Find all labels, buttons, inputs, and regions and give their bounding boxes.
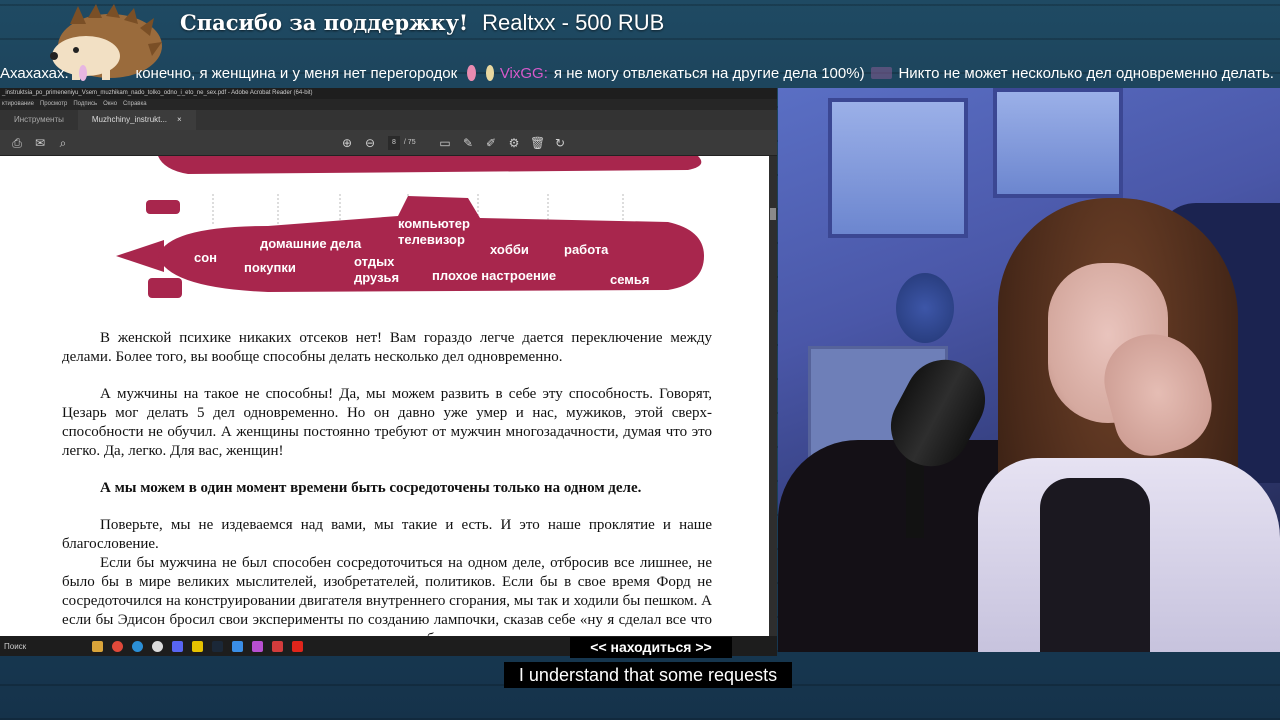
compartment-label: покупки (244, 260, 296, 275)
tab-tools[interactable]: Инструменты (0, 110, 78, 130)
donation-donor: Realtxx - 500 RUB (482, 10, 665, 35)
compartment-label: телевизор (398, 232, 465, 247)
delete-icon[interactable]: 🗑 (530, 136, 545, 150)
pdf-page[interactable]: сон домашние дела компьютер телевизор хо… (0, 156, 769, 636)
acrobat-window: _instruktsia_po_primeneniyu_Vsem_muzhika… (0, 88, 777, 636)
print-icon[interactable]: ⎙ (10, 136, 24, 150)
page-number-input[interactable]: 8 (388, 136, 400, 150)
edge-icon[interactable] (132, 640, 143, 652)
emote-icon (467, 65, 476, 81)
tab-document-label: Muzhchiny_instrukt... (91, 115, 168, 124)
chat-user-3-badge (870, 67, 893, 79)
tab-close-icon[interactable]: × (177, 110, 182, 130)
palm-app-icon[interactable] (92, 640, 103, 652)
pdf-body-text: В женской психике никаких отсеков нет! В… (62, 329, 712, 636)
comment-icon[interactable]: ▭ (438, 136, 452, 150)
page-total: / 75 (403, 139, 416, 146)
scrollbar[interactable] (769, 156, 777, 636)
paragraph: Если бы мужчина не был способен сосредот… (62, 555, 712, 636)
page-indicator: 8 / 75 (388, 136, 416, 150)
person-shirt (1040, 478, 1150, 652)
menu-window[interactable]: Окно (103, 99, 117, 110)
menu-bar: ктирование Просмотр Подпись Окно Справка (0, 99, 777, 110)
taskbar-search[interactable]: Поиск (0, 642, 92, 651)
emote-icon (78, 65, 88, 81)
zoom-search-icon[interactable]: ⌕ (56, 136, 70, 150)
folder-icon[interactable] (192, 640, 203, 652)
menu-help[interactable]: Справка (123, 99, 147, 110)
chat-message-0: Ахахахах. (0, 64, 69, 82)
paragraph: В женской психике никаких отсеков нет! В… (62, 330, 712, 365)
chrome-icon[interactable] (112, 640, 123, 652)
compartment-label: друзья (354, 270, 399, 285)
stamp-icon[interactable]: ⚙ (507, 136, 521, 150)
bold-paragraph: А мы можем в один момент времени быть со… (100, 480, 642, 496)
record-app-icon[interactable] (272, 640, 283, 652)
page-down-icon[interactable]: ⊖ (363, 136, 377, 150)
compartment-label: хобби (490, 242, 529, 257)
obs-icon[interactable] (152, 640, 163, 652)
emote-icon (485, 65, 494, 81)
compartment-label: семья (610, 272, 649, 287)
app-icon[interactable] (252, 640, 263, 652)
room-window (993, 88, 1123, 198)
window-title: _instruktsia_po_primeneniyu_Vsem_muzhika… (0, 88, 777, 99)
menu-edit[interactable]: ктирование (2, 99, 34, 110)
chat-message-2: я не могу отвлекаться на другие дела 100… (553, 64, 865, 82)
compartment-label: работа (564, 242, 609, 257)
plant (896, 273, 954, 343)
discord-icon[interactable] (172, 640, 183, 652)
compartment-label: компьютер (398, 216, 470, 231)
paragraph: Поверьте, мы не издеваемся над вами, мы … (62, 517, 712, 552)
donation-banner: Спасибо за поддержку! Realtxx - 500 RUB (0, 0, 1280, 80)
compartment-label: отдых (354, 254, 395, 269)
compartment-label: домашние дела (260, 236, 362, 251)
webcam-feed (778, 88, 1280, 652)
chat-ticker: Ахахахах. конечно, я женщина и у меня не… (0, 60, 1280, 86)
mail-app-icon[interactable] (232, 640, 243, 652)
overlay-caption: << находиться >> (570, 637, 732, 658)
highlight-icon[interactable]: ✐ (484, 136, 498, 150)
steam-icon[interactable] (212, 640, 223, 652)
donation-message: Спасибо за поддержку! Realtxx - 500 RUB (180, 10, 664, 42)
submarine-illustration: сон домашние дела компьютер телевизор хо… (116, 156, 704, 298)
toolbar: ⎙ ✉ ⌕ ⊕ ⊖ 8 / 75 ▭ ✎ ✐ ⚙ 🗑 ↻ (0, 130, 777, 156)
page-up-icon[interactable]: ⊕ (340, 136, 354, 150)
chat-message-1: конечно, я женщина и у меня нет перегоро… (135, 64, 458, 82)
scrollbar-thumb[interactable] (770, 208, 776, 220)
tab-bar: Инструменты Muzhchiny_instrukt... × (0, 110, 777, 130)
menu-sign[interactable]: Подпись (73, 99, 97, 110)
acrobat-icon[interactable] (292, 640, 303, 652)
menu-view[interactable]: Просмотр (40, 99, 67, 110)
chat-message-3: Никто не может несколько дел одновременн… (898, 64, 1274, 82)
chat-user-2: VixGG: (499, 64, 548, 82)
mail-icon[interactable]: ✉ (33, 136, 47, 150)
rotate-icon[interactable]: ↻ (553, 136, 567, 150)
paragraph: А мужчины на такое не способны! Да, мы м… (62, 386, 712, 459)
compartment-label: сон (194, 250, 217, 265)
pen-icon[interactable]: ✎ (461, 136, 475, 150)
room-window (828, 98, 968, 238)
compartment-label: плохое настроение (432, 268, 556, 283)
tab-document[interactable]: Muzhchiny_instrukt... × (77, 110, 196, 130)
subtitle: I understand that some requests (504, 662, 792, 688)
donation-thanks: Спасибо за поддержку! (180, 10, 469, 35)
